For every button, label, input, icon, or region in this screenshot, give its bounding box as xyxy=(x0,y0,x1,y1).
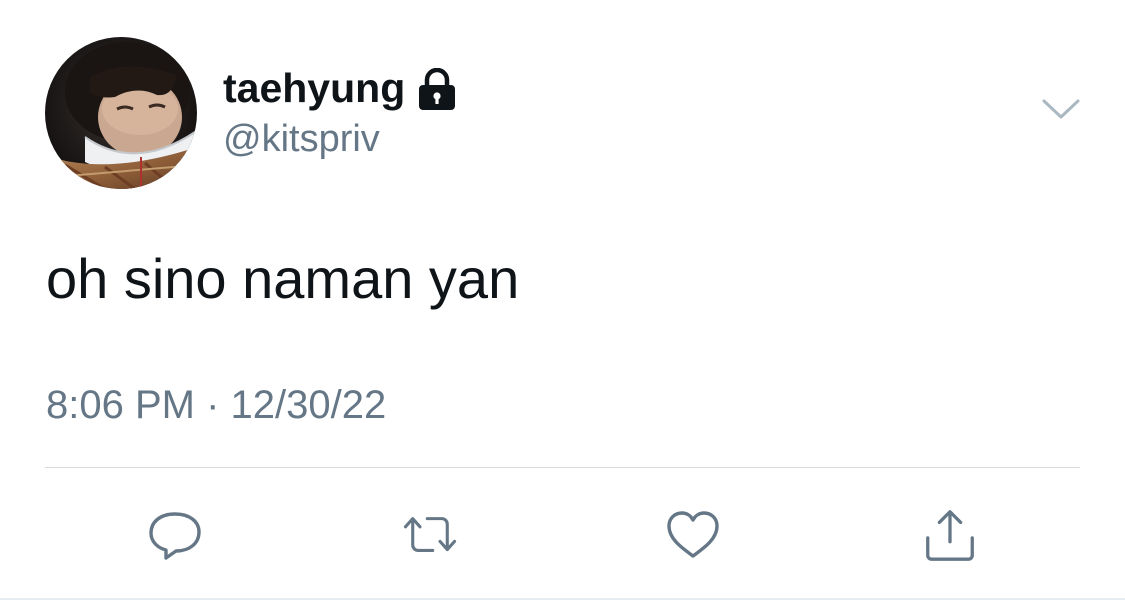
tweet-time: 8:06 PM xyxy=(46,383,195,427)
display-name[interactable]: taehyung xyxy=(223,65,405,112)
bottom-divider xyxy=(0,598,1125,600)
avatar[interactable] xyxy=(45,37,197,189)
user-handle[interactable]: @kitspriv xyxy=(223,118,380,161)
speech-bubble-icon xyxy=(149,512,201,560)
tweet-timestamp[interactable]: 8:06 PM · 12/30/22 xyxy=(46,383,386,428)
tweet-date: 12/30/22 xyxy=(230,383,387,427)
share-button[interactable] xyxy=(920,505,980,565)
display-name-row: taehyung xyxy=(223,62,457,114)
divider xyxy=(45,467,1080,468)
retweet-button[interactable] xyxy=(400,505,460,565)
heart-icon xyxy=(667,511,719,558)
lock-icon xyxy=(417,67,457,112)
tweet-card: taehyung @kitspriv oh sino naman yan 8:0… xyxy=(0,0,1125,601)
like-button[interactable] xyxy=(663,505,723,565)
reply-button[interactable] xyxy=(145,505,205,565)
retweet-arrows-icon xyxy=(403,517,457,552)
chevron-down-icon[interactable] xyxy=(1040,95,1082,123)
tweet-text: oh sino naman yan xyxy=(46,247,520,310)
timestamp-separator: · xyxy=(194,383,231,427)
avatar-photo xyxy=(45,37,197,189)
share-upload-icon xyxy=(926,510,974,561)
